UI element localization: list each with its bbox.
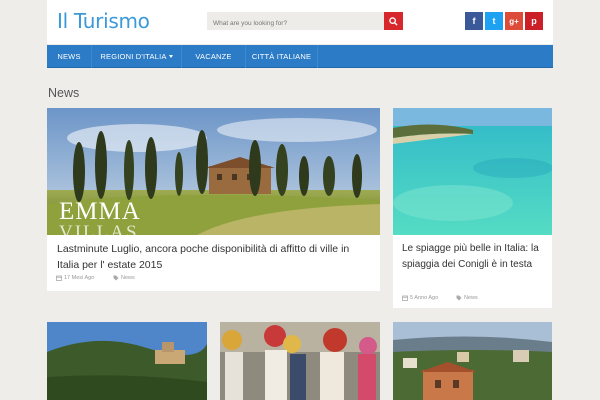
tag-icon xyxy=(113,275,119,281)
post-date: 5 Anno Ago xyxy=(402,295,438,301)
nav-item-label: VACANZE xyxy=(195,52,232,61)
pinterest-button[interactable]: p xyxy=(525,12,543,30)
facebook-button[interactable]: f xyxy=(465,12,483,30)
calendar-icon xyxy=(402,295,408,301)
twitter-button[interactable]: t xyxy=(485,12,503,30)
section-title: News xyxy=(48,86,80,100)
post-category-text: News xyxy=(464,295,478,301)
caret-down-icon xyxy=(168,55,173,58)
nav-item-regioni[interactable]: REGIONI D'ITALIA xyxy=(92,45,182,68)
post-card[interactable] xyxy=(220,322,380,400)
facebook-icon: f xyxy=(472,16,476,26)
post-date-text: 5 Anno Ago xyxy=(410,295,439,301)
search-input[interactable] xyxy=(207,14,383,33)
nav-item-label: CITTÀ ITALIANE xyxy=(251,52,312,61)
site-logo[interactable]: Il Turismo xyxy=(57,9,150,33)
post-title[interactable]: Le spiagge più belle in Italia: la spiag… xyxy=(402,241,547,273)
post-card[interactable] xyxy=(393,322,552,400)
post-card[interactable]: Le spiagge più belle in Italia: la spiag… xyxy=(393,108,552,308)
search-icon xyxy=(389,16,398,26)
twitter-icon: t xyxy=(492,16,496,26)
nav-item-vacanze[interactable]: VACANZE xyxy=(182,45,246,68)
tag-icon xyxy=(456,295,462,301)
post-card[interactable] xyxy=(47,322,207,400)
post-title[interactable]: Lastminute Luglio, ancora poche disponib… xyxy=(57,241,372,273)
post-date: 17 Mesi Ago xyxy=(56,275,94,281)
google-plus-icon: g+ xyxy=(509,16,519,26)
post-image[interactable] xyxy=(393,322,552,400)
main-nav: NEWS REGIONI D'ITALIA VACANZE CITTÀ ITAL… xyxy=(47,45,553,68)
nav-item-label: NEWS xyxy=(57,52,81,61)
post-image[interactable] xyxy=(47,322,207,400)
post-image[interactable] xyxy=(220,322,380,400)
search-box xyxy=(207,12,403,33)
calendar-icon xyxy=(56,275,62,281)
post-image[interactable] xyxy=(393,108,552,235)
post-category-text: News xyxy=(121,275,135,281)
pinterest-icon: p xyxy=(531,16,537,26)
google-plus-button[interactable]: g+ xyxy=(505,12,523,30)
post-date-text: 17 Mesi Ago xyxy=(64,275,95,281)
nav-item-label: REGIONI D'ITALIA xyxy=(100,52,167,61)
nav-item-citta[interactable]: CITTÀ ITALIANE xyxy=(246,45,318,68)
nav-item-news[interactable]: NEWS xyxy=(47,45,92,68)
site-header: Il Turismo f t g+ p xyxy=(47,0,553,44)
post-category[interactable]: News xyxy=(113,275,135,281)
post-category[interactable]: News xyxy=(456,295,478,301)
post-card[interactable]: EMMA VILLAS Lastminute Luglio, ancora po… xyxy=(47,108,380,291)
search-button[interactable] xyxy=(384,12,403,30)
